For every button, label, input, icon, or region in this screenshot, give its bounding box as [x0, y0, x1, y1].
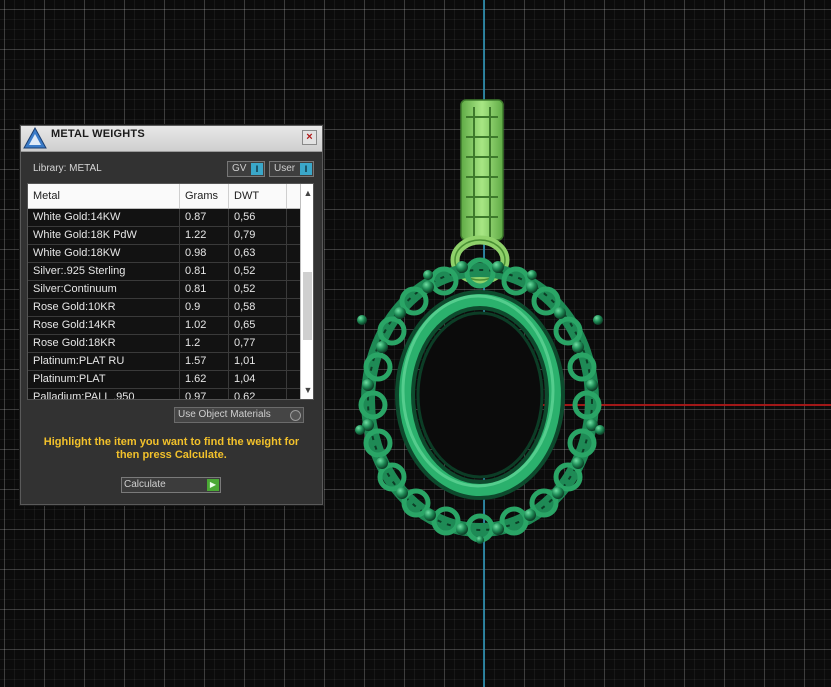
- panel-title: METAL WEIGHTS: [51, 128, 145, 140]
- gv-toggle[interactable]: GV I: [227, 161, 265, 177]
- table-header: Metal Grams DWT: [28, 184, 300, 209]
- app-logo-icon: [23, 127, 47, 149]
- grams-cell: 0.87: [180, 209, 229, 226]
- grams-cell: 0.81: [180, 281, 229, 298]
- use-object-materials-label: Use Object Materials: [178, 409, 271, 420]
- dwt-cell: 0,79: [229, 227, 287, 244]
- grams-cell: 1.02: [180, 317, 229, 334]
- grams-cell: 1.2: [180, 335, 229, 352]
- use-object-materials-option[interactable]: Use Object Materials: [174, 407, 304, 423]
- metal-cell: Platinum:PLAT: [28, 371, 180, 388]
- grams-cell: 0.9: [180, 299, 229, 316]
- column-header-grams[interactable]: Grams: [180, 184, 229, 208]
- metal-cell: Platinum:PLAT RU: [28, 353, 180, 370]
- table-body: White Gold:14KW 0.87 0,56 White Gold:18K…: [28, 209, 300, 399]
- calculate-button[interactable]: Calculate ▶: [121, 477, 221, 493]
- dwt-cell: 0,58: [229, 299, 287, 316]
- grams-cell: 0.97: [180, 389, 229, 399]
- grams-cell: 1.57: [180, 353, 229, 370]
- instruction-text: Highlight the item you want to find the …: [43, 436, 300, 461]
- metal-table[interactable]: Metal Grams DWT White Gold:14KW 0.87 0,5…: [27, 183, 314, 400]
- metal-cell: Silver:Continuum: [28, 281, 180, 298]
- setting-ring: [395, 290, 565, 500]
- grams-cell: 1.62: [180, 371, 229, 388]
- play-arrow-icon: ▶: [207, 479, 219, 491]
- dwt-cell: 1,04: [229, 371, 287, 388]
- grams-cell: 0.81: [180, 263, 229, 280]
- dwt-cell: 0,77: [229, 335, 287, 352]
- scroll-thumb[interactable]: [303, 272, 312, 340]
- bail: [450, 99, 510, 285]
- table-row[interactable]: Platinum:PLAT 1.62 1,04: [28, 371, 300, 389]
- calculate-label: Calculate: [124, 479, 166, 490]
- pendant-model[interactable]: [340, 95, 610, 545]
- table-row[interactable]: White Gold:14KW 0.87 0,56: [28, 209, 300, 227]
- table-row[interactable]: Silver:.925 Sterling 0.81 0,52: [28, 263, 300, 281]
- dwt-cell: 0,52: [229, 281, 287, 298]
- metal-cell: White Gold:18K PdW: [28, 227, 180, 244]
- metal-cell: Palladium:PALL .950: [28, 389, 180, 399]
- table-row[interactable]: Rose Gold:14KR 1.02 0,65: [28, 317, 300, 335]
- library-label: Library: METAL: [33, 163, 102, 174]
- user-toggle-label: User: [274, 163, 296, 174]
- dwt-cell: 1,01: [229, 353, 287, 370]
- radio-icon[interactable]: [290, 410, 301, 421]
- column-header-metal[interactable]: Metal: [28, 184, 180, 208]
- table-row[interactable]: White Gold:18KW 0.98 0,63: [28, 245, 300, 263]
- user-toggle[interactable]: User I: [269, 161, 314, 177]
- table-scrollbar[interactable]: ▲ ▼: [300, 184, 313, 399]
- table-row[interactable]: Platinum:PLAT RU 1.57 1,01: [28, 353, 300, 371]
- close-icon: ×: [306, 131, 313, 143]
- table-row[interactable]: Silver:Continuum 0.81 0,52: [28, 281, 300, 299]
- metal-cell: White Gold:14KW: [28, 209, 180, 226]
- metal-cell: Silver:.925 Sterling: [28, 263, 180, 280]
- scroll-down-icon[interactable]: ▼: [301, 383, 313, 397]
- grams-cell: 0.98: [180, 245, 229, 262]
- table-row[interactable]: White Gold:18K PdW 1.22 0,79: [28, 227, 300, 245]
- column-header-dwt[interactable]: DWT: [229, 184, 287, 208]
- toggle-icon: I: [300, 163, 312, 175]
- dwt-cell: 0,52: [229, 263, 287, 280]
- close-button[interactable]: ×: [302, 130, 317, 145]
- table-row[interactable]: Rose Gold:10KR 0.9 0,58: [28, 299, 300, 317]
- metal-cell: Rose Gold:10KR: [28, 299, 180, 316]
- metal-cell: Rose Gold:18KR: [28, 335, 180, 352]
- table-row[interactable]: Palladium:PALL .950 0.97 0,62: [28, 389, 300, 399]
- dwt-cell: 0,65: [229, 317, 287, 334]
- dwt-cell: 0,63: [229, 245, 287, 262]
- table-row[interactable]: Rose Gold:18KR 1.2 0,77: [28, 335, 300, 353]
- dwt-cell: 0,56: [229, 209, 287, 226]
- scroll-up-icon[interactable]: ▲: [301, 186, 313, 200]
- grams-cell: 1.22: [180, 227, 229, 244]
- panel-titlebar[interactable]: METAL WEIGHTS ×: [21, 126, 322, 152]
- toggle-icon: I: [251, 163, 263, 175]
- metal-cell: Rose Gold:14KR: [28, 317, 180, 334]
- gv-toggle-label: GV: [232, 163, 247, 174]
- dwt-cell: 0,62: [229, 389, 287, 399]
- metal-cell: White Gold:18KW: [28, 245, 180, 262]
- metal-weights-panel[interactable]: METAL WEIGHTS × Library: METAL GV I User…: [20, 125, 323, 505]
